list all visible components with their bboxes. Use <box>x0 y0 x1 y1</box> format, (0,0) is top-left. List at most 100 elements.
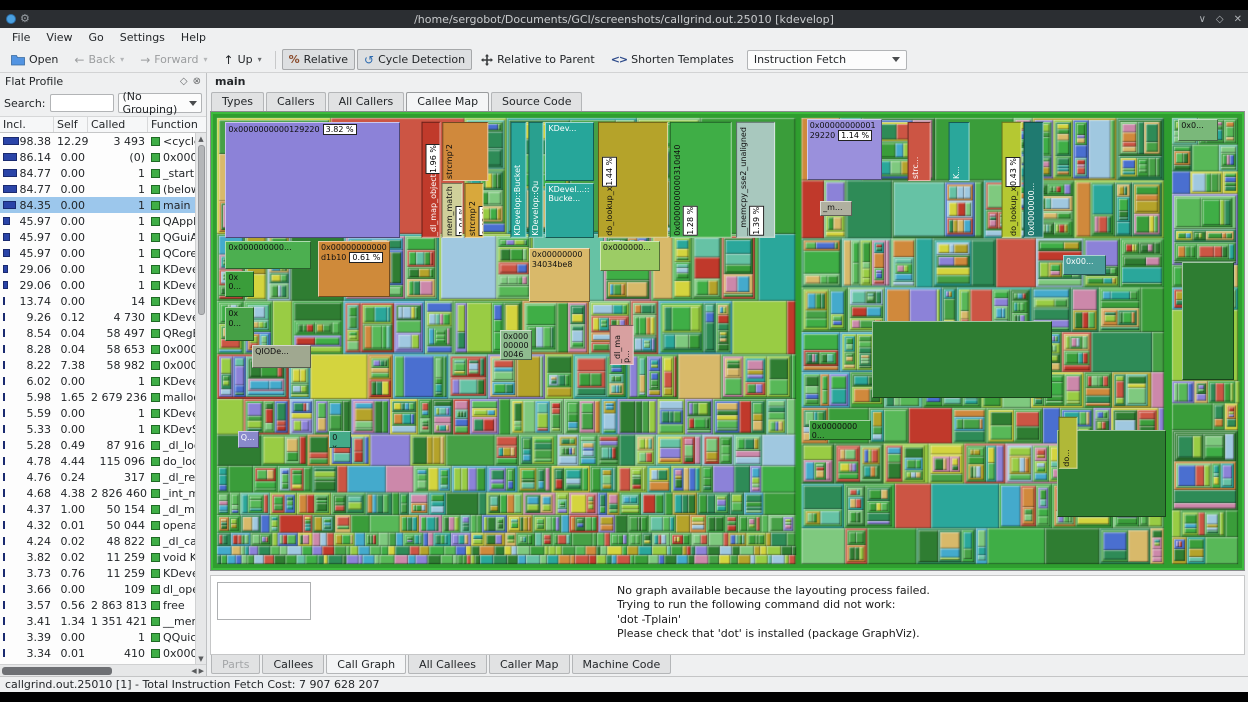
horizontal-scrollbar[interactable]: ◀ ▶ <box>0 664 206 676</box>
tab-parts[interactable]: Parts <box>211 655 261 674</box>
tab-call-graph[interactable]: Call Graph <box>326 655 407 674</box>
scrollbar-thumb[interactable] <box>2 666 112 675</box>
treemap-cell[interactable]: 0x0... <box>225 271 255 297</box>
menu-go[interactable]: Go <box>81 30 112 45</box>
relative-toggle[interactable]: % Relative <box>281 49 356 70</box>
table-row[interactable]: 3.820.0211 259void KDev... <box>0 549 195 565</box>
table-row[interactable]: 4.784.44115 096do_lookup... <box>0 453 195 469</box>
table-row[interactable]: 3.660.00109dl_open_w... <box>0 581 195 597</box>
table-row[interactable]: 86.140.00(0)0x0000000... <box>0 149 195 165</box>
forward-dropdown-icon[interactable]: ▾ <box>204 55 208 64</box>
table-row[interactable]: 29.060.001KDevelop:... <box>0 261 195 277</box>
menu-view[interactable]: View <box>38 30 80 45</box>
treemap-cell[interactable]: _dl_map... <box>610 325 634 366</box>
treemap-cell[interactable]: 0x0000000034034be8 <box>528 248 590 303</box>
treemap-cell[interactable]: 0x0000000000129220 1.14 % <box>806 118 882 181</box>
float-dock-icon[interactable]: ◇ <box>180 76 188 87</box>
treemap-cell[interactable]: Q... <box>237 431 260 448</box>
open-button[interactable]: Open <box>4 49 65 70</box>
column-function[interactable]: Function <box>148 117 206 132</box>
table-row[interactable]: 6.020.001KDevelop::... <box>0 373 195 389</box>
treemap-cell[interactable]: _m... <box>820 200 852 217</box>
tab-types[interactable]: Types <box>211 92 264 111</box>
table-row[interactable]: 3.411.341 351 421__memcpy... <box>0 613 195 629</box>
tab-callees[interactable]: Callees <box>262 655 325 674</box>
tab-caller-map[interactable]: Caller Map <box>488 655 570 674</box>
back-dropdown-icon[interactable]: ▾ <box>120 55 124 64</box>
table-row[interactable]: 45.970.001QApplicati... <box>0 213 195 229</box>
table-row[interactable]: 84.35 0.00 1 main <box>0 197 195 213</box>
treemap-cell[interactable]: KDev... <box>545 122 594 182</box>
table-row[interactable]: 29.060.001KDevelop::... <box>0 277 195 293</box>
up-dropdown-icon[interactable]: ▾ <box>258 55 262 64</box>
treemap-cell[interactable]: QIODe... <box>252 345 311 369</box>
treemap-cell[interactable]: 0x0000000000129220 3.82 % <box>225 122 401 238</box>
tab-callers[interactable]: Callers <box>266 92 326 111</box>
callee-map[interactable]: 0x0000000000129220 3.82 % _dl_map_object1.… <box>210 111 1245 571</box>
treemap-cell[interactable] <box>871 320 1052 398</box>
table-row[interactable]: 5.330.001KDevSplasl... <box>0 421 195 437</box>
scrollbar-thumb[interactable] <box>197 145 205 315</box>
table-row[interactable]: 84.770.001(below mai... <box>0 181 195 197</box>
event-type-select[interactable]: Instruction Fetch <box>746 49 907 70</box>
grouping-select[interactable]: (No Grouping) <box>117 90 202 116</box>
treemap-cell[interactable]: 0x0000000000461... <box>500 330 532 361</box>
close-dock-icon[interactable]: ⊗ <box>193 76 201 87</box>
dock-titlebar[interactable]: Flat Profile ◇ ⊗ <box>0 73 206 90</box>
treemap-cell[interactable]: __memcpy_sse2_unaligned 1.39 % <box>735 122 775 238</box>
table-row[interactable]: 8.540.0458 497QRegExp::... <box>0 325 195 341</box>
forward-button[interactable]: → Forward ▾ <box>133 49 214 70</box>
treemap-cell[interactable] <box>1182 261 1234 380</box>
scroll-left-icon[interactable]: ◀ <box>191 667 196 675</box>
treemap-cell[interactable]: do_lookup_x0.43 % <box>1002 122 1022 238</box>
menu-settings[interactable]: Settings <box>112 30 173 45</box>
table-row[interactable]: 3.730.7611 259KDevelop::... <box>0 565 195 581</box>
scroll-right-icon[interactable]: ▶ <box>199 667 204 675</box>
back-button[interactable]: ← Back ▾ <box>67 49 131 70</box>
minimize-button[interactable]: ∨ <box>1199 14 1206 25</box>
table-row[interactable]: 4.760.24317_dl_relocat... <box>0 469 195 485</box>
cycle-detection-toggle[interactable]: ↺ Cycle Detection <box>357 49 473 70</box>
tab-callee-map[interactable]: Callee Map <box>406 92 490 111</box>
table-row[interactable]: 3.390.001QQuickVie... <box>0 629 195 645</box>
relative-to-parent-toggle[interactable]: Relative to Parent <box>474 49 602 70</box>
treemap-cell[interactable]: do... <box>1058 417 1078 470</box>
treemap-cell[interactable]: 0x0... <box>1178 118 1219 142</box>
treemap-cell[interactable]: 0x... <box>329 431 351 448</box>
table-row[interactable]: 13.740.0014KDevelop::... <box>0 293 195 309</box>
tab-source-code[interactable]: Source Code <box>491 92 583 111</box>
treemap-cell[interactable]: 0x000000000... <box>225 240 311 269</box>
column-called[interactable]: Called <box>88 117 148 132</box>
table-row[interactable]: 8.280.0458 6530x0000000... <box>0 341 195 357</box>
treemap-cell[interactable]: KDevel...::Bucke... <box>545 183 594 238</box>
treemap-cell[interactable]: KDevelop::Qu <box>527 122 544 238</box>
scroll-up-icon[interactable]: ▲ <box>198 133 203 144</box>
table-row[interactable]: 98.3812.293 493<cycle 42> <box>0 133 195 149</box>
titlebar[interactable]: ⚙ /home/sergobot/Documents/GCI/screensho… <box>0 10 1248 28</box>
treemap-cell[interactable]: mem_match 1.04 % <box>442 183 464 238</box>
search-input[interactable] <box>49 94 114 112</box>
treemap-cell[interactable]: 0x000000... <box>599 240 660 271</box>
column-incl[interactable]: Incl. <box>0 117 54 132</box>
treemap-cell[interactable]: 0x00000000000d1b10 0.61 % <box>317 240 390 297</box>
menu-file[interactable]: File <box>4 30 38 45</box>
table-row[interactable]: 4.240.0248 822_dl_catch_... <box>0 533 195 549</box>
scroll-down-icon[interactable]: ▼ <box>198 653 203 664</box>
table-row[interactable]: 5.981.652 679 236malloc <box>0 389 195 405</box>
table-row[interactable]: 4.371.0050 154_dl_map_o... <box>0 501 195 517</box>
column-self[interactable]: Self <box>54 117 88 132</box>
table-row[interactable]: 3.340.014100x0000000... <box>0 645 195 661</box>
treemap-cell[interactable]: _dl_map_object1.96 % <box>421 122 441 238</box>
treemap-cell[interactable]: 0x00000000... <box>808 419 871 440</box>
table-row[interactable]: 3.57 0.56 2 863 813 free <box>0 597 195 613</box>
menu-help[interactable]: Help <box>173 30 214 45</box>
table-row[interactable]: 84.77 0.00 1 _start <box>0 165 195 181</box>
shorten-templates-toggle[interactable]: <> Shorten Templates <box>604 49 741 70</box>
treemap-cell[interactable]: K... <box>948 122 970 182</box>
table-row[interactable]: 45.970.001QGuiApplic... <box>0 229 195 245</box>
treemap-cell[interactable]: 0x0000000... <box>1023 122 1044 238</box>
tab-all-callees[interactable]: All Callees <box>408 655 487 674</box>
treemap-cell[interactable]: strc... <box>907 122 931 182</box>
treemap-cell[interactable]: 0x0... <box>225 307 255 341</box>
table-row[interactable]: 45.970.001QCoreAppl... <box>0 245 195 261</box>
